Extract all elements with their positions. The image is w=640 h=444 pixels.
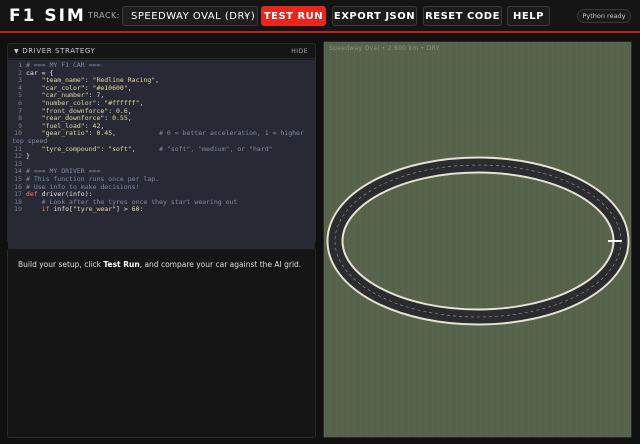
code-content[interactable]: 1 # === MY F1 CAR === 2 car = {3 "team_name…	[8, 60, 315, 214]
strategy-title[interactable]: ▼ DRIVER STRATEGY	[14, 47, 95, 55]
strategy-title-label: DRIVER STRATEGY	[22, 47, 96, 55]
code-line[interactable]: 12}	[8, 152, 315, 161]
code-editor[interactable]: 1 # === MY F1 CAR === 2 car = {3 "team_name…	[8, 60, 315, 248]
code-token: ,	[127, 83, 132, 92]
code-line[interactable]: 11 "tyre_compound": "soft", # "soft", "m…	[8, 144, 315, 154]
caret-down-icon: ▼	[14, 48, 20, 55]
code-token: # "soft", "medium", or "hard"	[159, 144, 273, 153]
code-token: ,	[127, 114, 132, 123]
code-token: 0.55	[112, 114, 128, 123]
line-number: 19	[14, 205, 22, 214]
code-token: :	[104, 114, 113, 123]
top-bar: F1 SIM TRACK: SPEEDWAY OVAL (DRY) ⌄ TEST…	[0, 0, 640, 33]
code-token: }	[26, 152, 30, 161]
track-canvas	[324, 42, 631, 437]
output-console: Build your setup, click Test Run, and co…	[7, 248, 316, 438]
grass-background	[324, 42, 631, 437]
code-line[interactable]: 1 # === MY F1 CAR ===	[8, 61, 315, 70]
track-label: TRACK:	[88, 11, 120, 20]
code-token: :	[139, 205, 144, 214]
console-text-pre: Build your setup, click	[18, 260, 104, 269]
console-text-post: , and compare your car against the AI gr…	[139, 260, 302, 269]
export-json-button[interactable]: EXPORT JSON	[332, 6, 417, 26]
code-token: "gear_ratio"	[41, 129, 89, 138]
app-logo: F1 SIM	[9, 6, 86, 26]
code-token: ,	[139, 98, 144, 107]
help-button[interactable]: HELP	[507, 6, 550, 26]
code-token: ,	[131, 144, 160, 153]
code-token: :	[100, 144, 109, 153]
code-line[interactable]: 10 "gear_ratio": 0.45, # 0 = better acce…	[8, 130, 315, 138]
code-line[interactable]: 19 if info["tyre_wear"] > 60:	[8, 205, 315, 214]
code-token: # 0 = better acceleration, 1 = higher	[159, 129, 304, 138]
code-token: "tyre_wear"	[72, 205, 117, 214]
code-token: ,	[155, 76, 160, 85]
track-select-value: SPEEDWAY OVAL (DRY)	[131, 11, 256, 22]
test-run-button[interactable]: TEST RUN	[261, 6, 326, 26]
code-token: 0.45	[96, 129, 113, 138]
code-token: 60	[131, 205, 140, 214]
console-message: Build your setup, click Test Run, and co…	[18, 260, 301, 269]
strategy-header[interactable]: ▼ DRIVER STRATEGY HIDE	[8, 44, 315, 59]
track-select[interactable]: SPEEDWAY OVAL (DRY) ⌄	[122, 6, 258, 26]
hide-button[interactable]: HIDE	[291, 48, 308, 55]
code-token: ] >	[116, 205, 132, 214]
reset-code-button[interactable]: RESET CODE	[423, 6, 502, 26]
driver-strategy-panel: ▼ DRIVER STRATEGY HIDE 1 # === MY F1 CAR =…	[7, 43, 316, 248]
code-token: ,	[112, 129, 160, 138]
code-token: info[	[49, 205, 73, 214]
code-token: "tyre_compound"	[41, 144, 101, 153]
console-text-bold: Test Run	[103, 260, 140, 269]
track-info-label: Speedway Oval • 2.600 km • DRY	[329, 45, 440, 52]
chevron-down-icon: ⌄	[242, 10, 251, 20]
status-badge: Python ready	[577, 9, 631, 23]
code-token: "soft"	[108, 144, 132, 153]
track-viewport[interactable]: Speedway Oval • 2.600 km • DRY	[323, 41, 632, 438]
